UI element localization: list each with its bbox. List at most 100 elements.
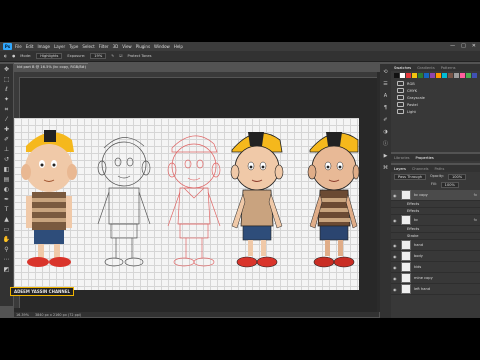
exposure-input[interactable]: 19% [90, 53, 107, 59]
brush-settings-icon[interactable]: ✐ [382, 117, 389, 124]
visibility-eye-icon[interactable]: ◉ [393, 218, 398, 223]
swatch[interactable] [394, 73, 399, 78]
layer-row[interactable]: ◉ kc copy fx [391, 190, 480, 201]
properties-icon[interactable]: ☰ [382, 81, 389, 88]
history-brush-icon[interactable]: ↺ [3, 156, 11, 164]
swatch[interactable] [412, 73, 417, 78]
history-icon[interactable]: ⟲ [382, 69, 389, 76]
swatch[interactable] [448, 73, 453, 78]
tab-swatches[interactable]: Swatches [394, 66, 411, 70]
swatch[interactable] [406, 73, 411, 78]
visibility-eye-icon[interactable]: ◉ [393, 243, 398, 248]
adjustments-icon[interactable]: ◑ [382, 129, 389, 136]
glyphs-icon[interactable]: ⌘ [382, 165, 389, 172]
dodge-tool-icon[interactable]: ◐ [4, 54, 7, 58]
eyedropper-tool-icon[interactable]: ⁄ [3, 116, 11, 124]
tab-paths[interactable]: Paths [435, 167, 445, 171]
layer-row[interactable]: ◉ mine copy [391, 273, 480, 284]
menu-file[interactable]: File [15, 44, 22, 49]
move-tool-icon[interactable]: ✥ [3, 66, 11, 74]
tab-patterns[interactable]: Patterns [441, 66, 456, 70]
pen-tool-icon[interactable]: ✒ [3, 196, 11, 204]
menu-edit[interactable]: Edit [26, 44, 34, 49]
document-tab[interactable]: kid part B @ 16.5% (kc copy, RGB/8#) * [14, 63, 88, 76]
airbrush-icon[interactable]: ✎ [111, 54, 114, 58]
swatch-group[interactable]: CMYK [391, 87, 480, 94]
status-zoom[interactable]: 16.39% [16, 313, 29, 317]
type-tool-icon[interactable]: T [3, 206, 11, 214]
actions-icon[interactable]: ▶ [382, 153, 389, 160]
swatch[interactable] [418, 73, 423, 78]
eraser-tool-icon[interactable]: ◧ [3, 166, 11, 174]
maximize-icon[interactable]: □ [461, 43, 466, 49]
fx-icon[interactable]: fx [474, 218, 477, 222]
more-tools-icon[interactable]: ⋯ [3, 256, 11, 264]
menu-layer[interactable]: Layer [54, 44, 65, 49]
menu-view[interactable]: View [122, 44, 132, 49]
opacity-input[interactable]: 100% [447, 174, 467, 180]
menu-help[interactable]: Help [174, 44, 183, 49]
tab-layers[interactable]: Layers [394, 167, 406, 171]
shape-tool-icon[interactable]: ▭ [3, 226, 11, 234]
marquee-tool-icon[interactable]: ⬚ [3, 76, 11, 84]
paragraph-icon[interactable]: ¶ [382, 105, 389, 112]
mode-select[interactable]: Highlights [36, 53, 63, 59]
path-select-icon[interactable]: ▲ [3, 216, 11, 224]
swatch[interactable] [436, 73, 441, 78]
info-icon[interactable]: ⓘ [382, 141, 389, 148]
swatch[interactable] [472, 73, 477, 78]
visibility-eye-icon[interactable]: ◉ [393, 254, 398, 259]
minimize-icon[interactable]: — [450, 43, 455, 49]
fill-input[interactable]: 100% [440, 182, 459, 188]
layer-effect-row[interactable]: Stroke [391, 233, 480, 240]
tab-libraries[interactable]: Libraries [394, 156, 410, 160]
swatch-group[interactable]: Grayscale [391, 94, 480, 101]
layer-row[interactable]: ◉ hand [391, 240, 480, 251]
swatch-group[interactable]: Light [391, 108, 480, 115]
swatch[interactable] [466, 73, 471, 78]
swatch[interactable] [424, 73, 429, 78]
healing-tool-icon[interactable]: ✚ [3, 126, 11, 134]
brush-tool-icon[interactable]: ✐ [3, 136, 11, 144]
gradient-tool-icon[interactable]: ▤ [3, 176, 11, 184]
swatch[interactable] [400, 73, 405, 78]
layer-effect-row[interactable]: Effects [391, 208, 480, 215]
lasso-tool-icon[interactable]: ℓ [3, 86, 11, 94]
protect-tones-checkbox[interactable]: ☑ [119, 54, 122, 58]
visibility-eye-icon[interactable]: ◉ [393, 265, 398, 270]
dodge-tool-icon[interactable]: ◐ [3, 186, 11, 194]
character-icon[interactable]: A [382, 93, 389, 100]
magic-wand-tool-icon[interactable]: ✦ [3, 96, 11, 104]
tab-gradients[interactable]: Gradients [417, 66, 435, 70]
blend-mode-select[interactable]: Pass Through [394, 174, 427, 180]
swatch[interactable] [430, 73, 435, 78]
foreground-background-color-icon[interactable]: ◩ [3, 266, 11, 274]
menu-type[interactable]: Type [69, 44, 78, 49]
visibility-eye-icon[interactable]: ◉ [393, 276, 398, 281]
menu-select[interactable]: Select [82, 44, 94, 49]
swatch[interactable] [442, 73, 447, 78]
crop-tool-icon[interactable]: ⌗ [3, 106, 11, 114]
menu-plugins[interactable]: Plugins [136, 44, 150, 49]
visibility-eye-icon[interactable]: ◉ [393, 287, 398, 292]
swatch[interactable] [460, 73, 465, 78]
fx-icon[interactable]: fx [474, 193, 477, 197]
menu-image[interactable]: Image [37, 44, 50, 49]
layer-effect-row[interactable]: Effects [391, 201, 480, 208]
layer-effect-row[interactable]: Effects [391, 226, 480, 233]
layer-row[interactable]: ◉ left hand [391, 284, 480, 295]
tab-properties[interactable]: Properties [416, 156, 434, 160]
swatch-group[interactable]: RGB [391, 80, 480, 87]
zoom-tool-icon[interactable]: ⚲ [3, 246, 11, 254]
layer-row[interactable]: ◉ kids [391, 262, 480, 273]
swatch-group[interactable]: Pastel [391, 101, 480, 108]
close-icon[interactable]: ✕ [472, 43, 476, 49]
menu-3d[interactable]: 3D [113, 44, 119, 49]
brush-size-icon[interactable]: ● [12, 54, 15, 58]
hand-tool-icon[interactable]: ✋ [3, 236, 11, 244]
layer-row[interactable]: ◉ body [391, 251, 480, 262]
swatch[interactable] [454, 73, 459, 78]
visibility-eye-icon[interactable]: ◉ [393, 193, 398, 198]
stamp-tool-icon[interactable]: ⊥ [3, 146, 11, 154]
menu-filter[interactable]: Filter [99, 44, 109, 49]
